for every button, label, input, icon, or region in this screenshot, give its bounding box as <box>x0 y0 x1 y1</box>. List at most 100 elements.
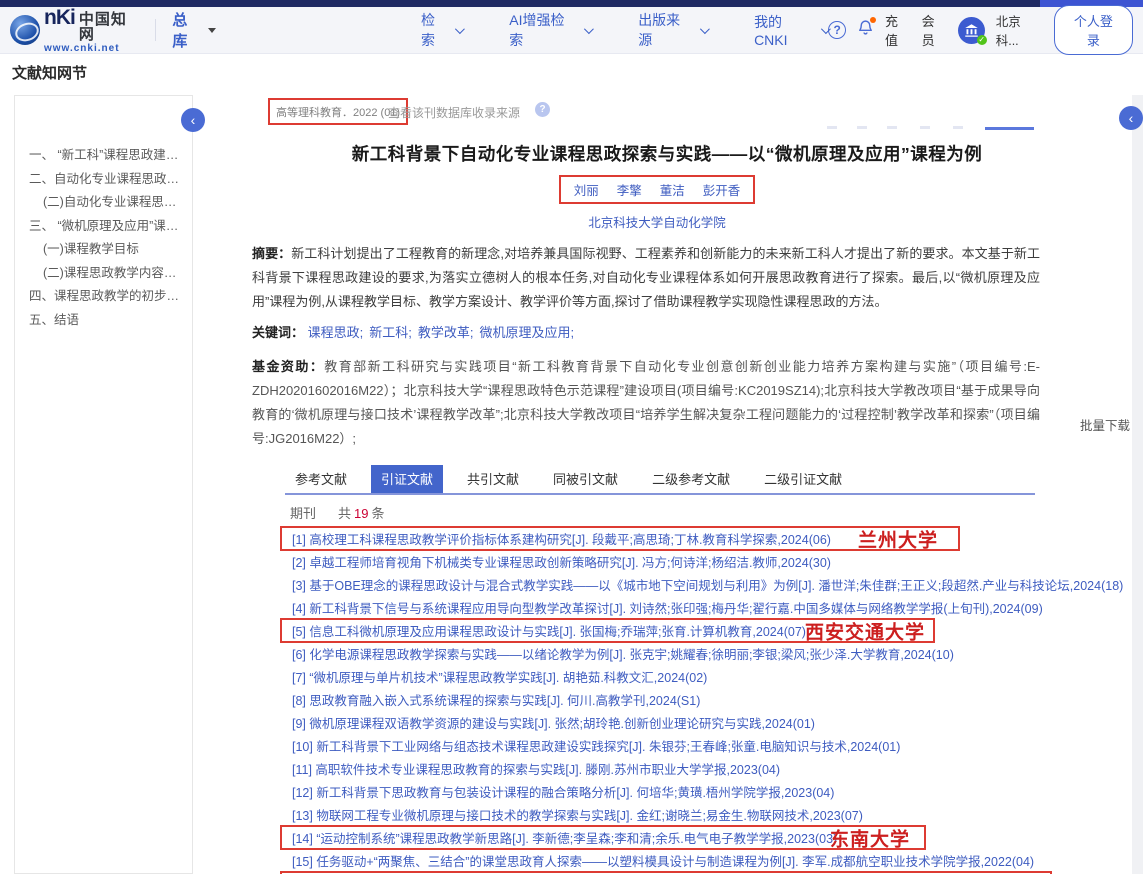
fund-label: 基金资助： <box>252 359 324 374</box>
citation-link-3[interactable]: [3] 基于OBE理念的课程思政设计与混合式教学实践——以《城市地下空间规划与利… <box>292 575 1123 594</box>
header-divider <box>155 19 156 41</box>
citation-link-9[interactable]: [9] 微机原理课程双语教学资源的建设与实践[J]. 张然;胡玲艳.创新创业理论… <box>292 713 815 732</box>
tab-4[interactable]: 二级参考文献 <box>642 465 740 493</box>
tab-3[interactable]: 同被引文献 <box>543 465 628 493</box>
abstract-label: 摘要： <box>252 246 291 261</box>
faded-toolbar-item <box>857 126 867 129</box>
citation-link-11[interactable]: [11] 高职软件技术专业课程思政教育的探索与实践[J]. 滕刚.苏州市职业大学… <box>292 759 780 778</box>
chevron-down-icon <box>455 24 465 34</box>
faded-toolbar-item <box>887 126 897 129</box>
keyword-link-1[interactable]: 新工科; <box>369 325 412 340</box>
chevron-down-icon <box>700 24 710 34</box>
citation-row-14: [14] “运动控制系统”课程思政教学新思路[J]. 李新德;李呈森;李和清;余… <box>286 826 1132 849</box>
cnki-brand-name: 中国知网 <box>79 12 142 42</box>
citation-link-12[interactable]: [12] 新工科背景下思政教育与包装设计课程的融合策略分析[J]. 何培华;黄璜… <box>292 782 834 801</box>
citation-link-10[interactable]: [10] 新工科背景下工业网络与组态技术课程思政建设实践探究[J]. 朱银芬;王… <box>292 736 900 755</box>
toc-item-3[interactable]: 三、 “微机原理及应用”课程思... <box>29 215 184 239</box>
citation-link-13[interactable]: [13] 物联网工程专业微机原理与接口技术的教学探索与实践[J]. 金红;谢晓兰… <box>292 805 863 824</box>
citation-row-15: [15] 任务驱动+“两聚焦、三结合”的课堂思政育人探索——以塑料模具设计与制造… <box>286 849 1132 872</box>
toc-item-4[interactable]: (一)课程教学目标 <box>29 238 184 262</box>
nav-item-2[interactable]: 出版来源 <box>638 10 707 50</box>
author-link-0[interactable]: 刘丽 <box>574 180 599 199</box>
author-link-3[interactable]: 彭开香 <box>703 180 741 199</box>
faded-toolbar-active-underline <box>985 127 1034 130</box>
batch-download-link[interactable]: 批量下载 <box>1080 415 1130 434</box>
citation-link-2[interactable]: [2] 卓越工程师培育视角下机械类专业课程思政创新策略研究[J]. 冯方;何诗洋… <box>292 552 831 571</box>
caret-down-icon <box>208 28 216 33</box>
tab-0[interactable]: 参考文献 <box>285 465 357 493</box>
library-switcher[interactable]: 总库 <box>172 9 216 51</box>
right-panel-collapse-button[interactable]: ‹ <box>1119 106 1143 130</box>
personal-login-button[interactable]: 个人登录 <box>1054 5 1133 55</box>
article-panel: 高等理科教育．2022 (01) 查看该刊数据库收录来源 ? 新工科背景下自动化… <box>222 95 1132 874</box>
header-nav: 检索 AI增强检索 出版来源 我的CNKI <box>421 10 828 50</box>
result-count: 19 <box>354 506 368 521</box>
tab-1[interactable]: 引证文献 <box>371 465 443 493</box>
site-header: nKi 中国知网 www.cnki.net 总库 检索 AI增强检索 出版来源 我的C… <box>0 7 1143 54</box>
journal-help-icon[interactable]: ? <box>535 102 550 117</box>
citation-link-1[interactable]: [1] 高校理工科课程思政教学评价指标体系建构研究[J]. 段戴平;高思琦;丁林… <box>292 529 831 548</box>
citation-link-7[interactable]: [7] “微机原理与单片机技术”课程思政教学实践[J]. 胡艳茹.科教文汇,20… <box>292 667 707 686</box>
notification-bell-icon[interactable] <box>857 19 874 41</box>
journal-name[interactable]: 高等理科教育．2022 (01) <box>276 104 400 120</box>
keyword-link-3[interactable]: 微机原理及应用; <box>480 325 575 340</box>
citation-row-12: [12] 新工科背景下思政教育与包装设计课程的融合策略分析[J]. 何培华;黄璜… <box>286 780 1132 803</box>
keywords-row: 关键词： 课程思政;新工科;教学改革;微机原理及应用; <box>252 321 1040 345</box>
fund-text: 教育部新工科研究与实践项目“新工科教育背景下自动化专业创意创新创业能力培养方案构… <box>252 359 1040 446</box>
chevron-down-icon <box>584 24 594 34</box>
abstract-text: 新工科计划提出了工程教育的新理念,对培养兼具国际视野、工程素养和创新能力的未来新… <box>252 246 1040 309</box>
citation-row-9: [9] 微机原理课程双语教学资源的建设与实践[J]. 张然;胡玲艳.创新创业理论… <box>286 711 1132 734</box>
citation-row-8: [8] 思政教育融入嵌入式系统课程的探索与实践[J]. 何川.高教学刊,2024… <box>286 688 1132 711</box>
sidebar-collapse-button[interactable]: ‹ <box>181 108 205 132</box>
annotation-label: 兰州大学 <box>858 525 938 552</box>
cnki-url: www.cnki.net <box>44 44 141 54</box>
abstract: 摘要：新工科计划提出了工程教育的新理念,对培养兼具国际视野、工程素养和创新能力的… <box>252 242 1040 314</box>
journal-row: 高等理科教育．2022 (01) 查看该刊数据库收录来源 ? <box>222 98 1132 128</box>
journal-source-link[interactable]: 查看该刊数据库收录来源 <box>388 104 520 121</box>
citation-row-2: [2] 卓越工程师培育视角下机械类专业课程思政创新策略研究[J]. 冯方;何诗洋… <box>286 550 1132 573</box>
annotation-label: 东南大学 <box>830 824 910 851</box>
citation-link-8[interactable]: [8] 思政教育融入嵌入式系统课程的探索与实践[J]. 何川.高教学刊,2024… <box>292 690 700 709</box>
citation-row-6: [6] 化学电源课程思政教学探索与实践——以绪论教学为例[J]. 张克宇;姚耀春… <box>286 642 1132 665</box>
cnki-logo[interactable]: nKi 中国知网 www.cnki.net <box>10 7 141 54</box>
author-link-1[interactable]: 李擎 <box>617 180 642 199</box>
nav-item-0[interactable]: 检索 <box>421 10 462 50</box>
fund-row: 基金资助：教育部新工科研究与实践项目“新工科教育背景下自动化专业创意创新创业能力… <box>252 355 1040 451</box>
tab-2[interactable]: 共引文献 <box>457 465 529 493</box>
keyword-link-2[interactable]: 教学改革; <box>418 325 474 340</box>
nav-item-3[interactable]: 我的CNKI <box>754 10 828 50</box>
cnki-globe-icon <box>10 15 40 45</box>
institution-name: 北京科... <box>996 11 1043 49</box>
list-meta: 期刊共19条 <box>290 503 1132 522</box>
member-link[interactable]: 会员 <box>922 11 948 49</box>
citation-list: [1] 高校理工科课程思政教学评价指标体系建构研究[J]. 段戴平;高思琦;丁林… <box>222 527 1132 874</box>
citation-link-14[interactable]: [14] “运动控制系统”课程思政教学新思路[J]. 李新德;李呈森;李和清;余… <box>292 828 837 847</box>
library-switcher-label: 总库 <box>172 9 202 51</box>
annotation-label: 西安交通大学 <box>805 617 925 644</box>
institution-avatar[interactable]: ✓ <box>958 17 985 44</box>
keyword-link-0[interactable]: 课程思政; <box>308 325 364 340</box>
affiliation-row: 北京科技大学自动化学院 <box>222 212 1132 232</box>
affiliation-link[interactable]: 北京科技大学自动化学院 <box>588 216 726 230</box>
citation-link-4[interactable]: [4] 新工科背景下信号与系统课程应用导向型教学改革探讨[J]. 刘诗然;张印强… <box>292 598 1043 617</box>
toc-item-0[interactable]: 一、 “新工科”课程思政建设的... <box>29 144 184 168</box>
verified-check-icon: ✓ <box>977 35 987 45</box>
toc-item-7[interactable]: 五、结语 <box>29 309 184 333</box>
citation-link-6[interactable]: [6] 化学电源课程思政教学探索与实践——以绪论教学为例[J]. 张克宇;姚耀春… <box>292 644 954 663</box>
citation-row-13: [13] 物联网工程专业微机原理与接口技术的教学探索与实践[J]. 金红;谢晓兰… <box>286 803 1132 826</box>
faded-toolbar-item <box>920 126 930 129</box>
right-gutter <box>1132 95 1143 874</box>
tab-5[interactable]: 二级引证文献 <box>754 465 852 493</box>
citation-link-5[interactable]: [5] 信息工科微机原理及应用课程思政设计与实践[J]. 张国梅;乔瑞萍;张育.… <box>292 621 806 640</box>
keywords-list: 课程思政; 新工科; 教学改革; 微机原理及应用; <box>308 325 581 340</box>
toc-item-1[interactable]: 二、自动化专业课程思政设计 <box>29 168 184 192</box>
toc-item-5[interactable]: (二)课程思政教学内容设计 <box>29 262 184 286</box>
recharge-link[interactable]: 充值 <box>885 11 911 49</box>
nav-item-1[interactable]: AI增强检索 <box>509 10 591 50</box>
toc-item-6[interactable]: 四、课程思政教学的初步成效 <box>29 285 184 309</box>
help-icon[interactable]: ? <box>828 21 846 39</box>
citation-link-15[interactable]: [15] 任务驱动+“两聚焦、三结合”的课堂思政育人探索——以塑料模具设计与制造… <box>292 851 1034 870</box>
citation-row-1: [1] 高校理工科课程思政教学评价指标体系建构研究[J]. 段戴平;高思琦;丁林… <box>286 527 1132 550</box>
toc-item-2[interactable]: (二)自动化专业课程思政实施... <box>29 191 184 215</box>
author-link-2[interactable]: 董洁 <box>660 180 685 199</box>
